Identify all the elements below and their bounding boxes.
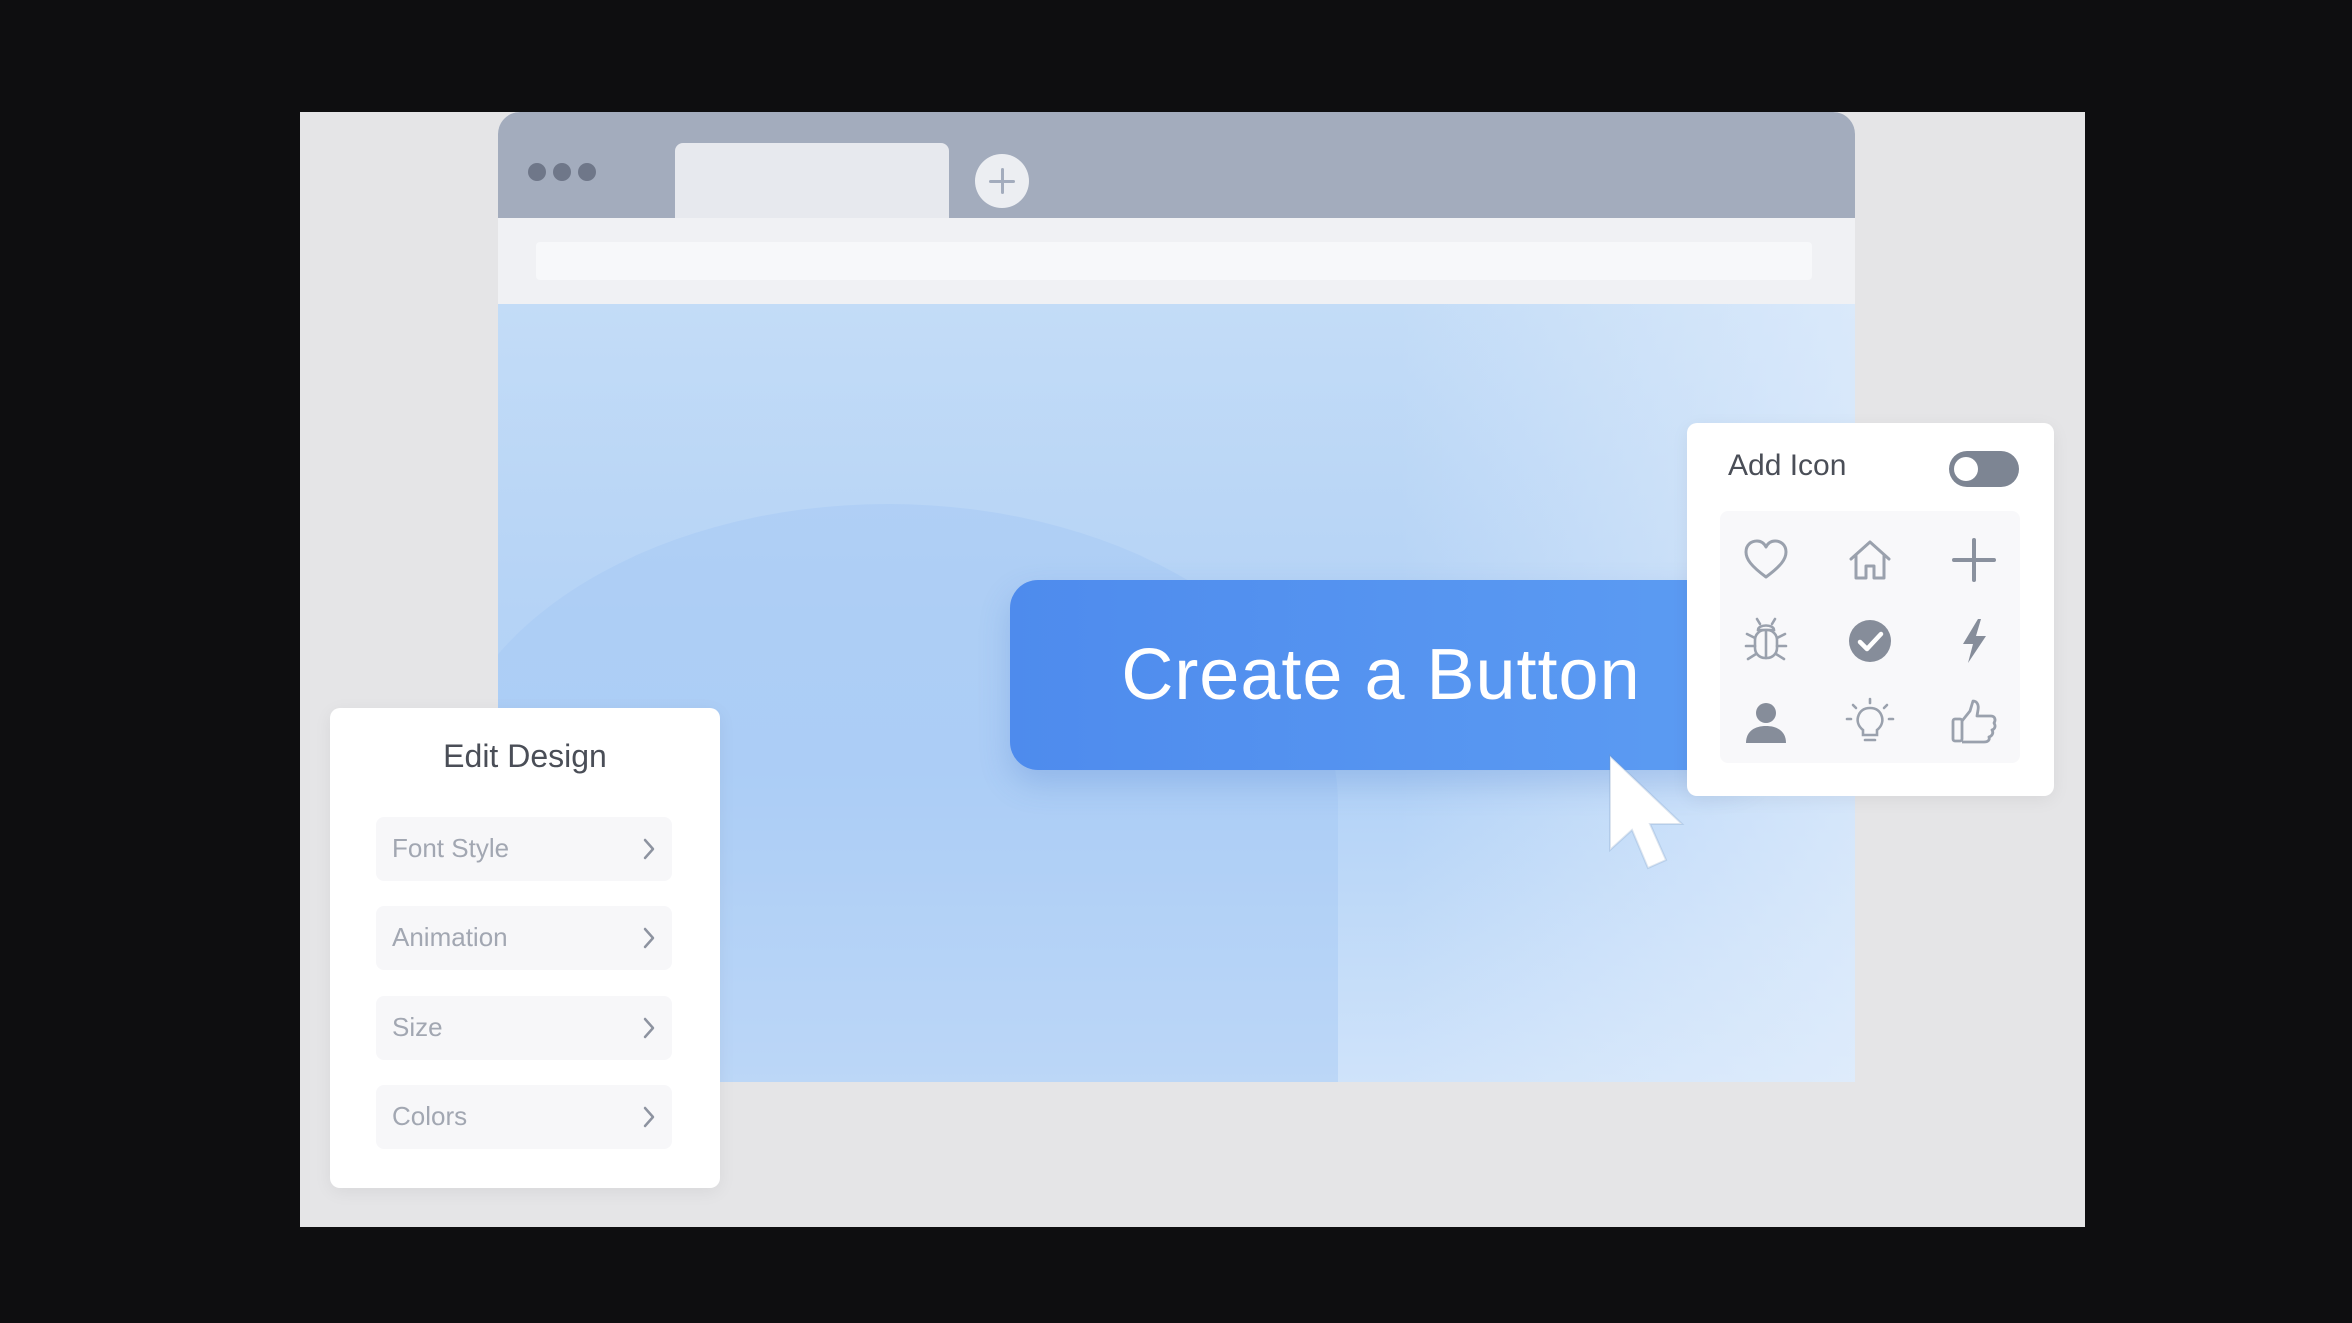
- url-field[interactable]: [536, 242, 1812, 280]
- lightbulb-icon[interactable]: [1838, 690, 1902, 754]
- edit-design-panel: Edit Design Font Style Animation Size Co…: [330, 708, 720, 1188]
- window-dot-icon: [528, 163, 546, 181]
- size-label: Size: [392, 1012, 443, 1042]
- animation-row[interactable]: Animation: [376, 906, 672, 970]
- font-style-label: Font Style: [392, 833, 510, 863]
- chevron-right-icon: [643, 838, 655, 860]
- address-bar: [498, 218, 1855, 304]
- bug-icon[interactable]: [1734, 609, 1798, 673]
- add-icon-panel: Add Icon: [1687, 423, 2054, 796]
- chevron-right-icon: [643, 1106, 655, 1128]
- chevron-right-icon: [643, 927, 655, 949]
- mockup-stage: Create a Button Edit Design Font Style A…: [300, 112, 2085, 1227]
- toggle-knob: [1954, 457, 1978, 481]
- home-icon[interactable]: [1838, 528, 1902, 592]
- check-circle-icon[interactable]: [1838, 609, 1902, 673]
- icon-grid: [1720, 511, 2020, 763]
- chevron-right-icon: [643, 1017, 655, 1039]
- colors-row[interactable]: Colors: [376, 1085, 672, 1149]
- edit-design-title: Edit Design: [443, 738, 607, 774]
- browser-tab[interactable]: [675, 143, 949, 218]
- add-icon-title: Add Icon: [1728, 449, 1847, 482]
- new-tab-plus-icon[interactable]: [975, 154, 1029, 208]
- plus-icon[interactable]: [1942, 528, 2006, 592]
- mouse-pointer-icon: [1609, 753, 1685, 870]
- size-row[interactable]: Size: [376, 996, 672, 1060]
- window-dot-icon: [553, 163, 571, 181]
- window-dot-icon: [578, 163, 596, 181]
- create-a-button[interactable]: Create a Button: [1010, 580, 1752, 770]
- colors-label: Colors: [392, 1101, 468, 1131]
- lightning-icon[interactable]: [1942, 609, 2006, 673]
- animation-label: Animation: [392, 922, 508, 952]
- font-style-row[interactable]: Font Style: [376, 817, 672, 881]
- user-icon[interactable]: [1734, 690, 1798, 754]
- browser-titlebar: [498, 112, 1855, 218]
- heart-icon[interactable]: [1734, 528, 1798, 592]
- add-icon-toggle[interactable]: [1949, 451, 2019, 487]
- thumbs-up-icon[interactable]: [1942, 690, 2006, 754]
